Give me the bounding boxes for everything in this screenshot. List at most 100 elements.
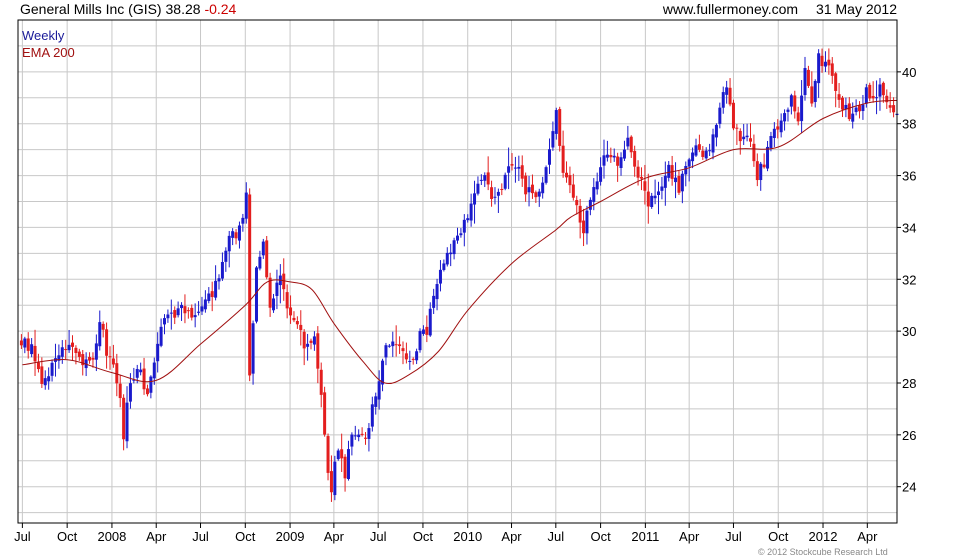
candle-body <box>629 136 633 153</box>
candle-body <box>292 317 296 321</box>
candle-body <box>612 155 616 158</box>
x-tick-label: Jul <box>14 529 31 544</box>
candle-body <box>394 344 398 346</box>
candle-body <box>299 324 303 331</box>
candle-body <box>636 166 640 178</box>
candle-body <box>766 146 770 169</box>
candle-body <box>64 349 68 351</box>
candle-body <box>749 138 752 142</box>
candle-body <box>71 342 75 347</box>
candle-body <box>473 193 477 205</box>
candle-body <box>282 273 286 290</box>
candle-body <box>224 250 228 262</box>
candle-body <box>854 107 858 113</box>
candle-body <box>108 356 112 358</box>
candle-body <box>442 263 446 270</box>
candle-body <box>353 435 357 437</box>
candle-body <box>364 437 368 439</box>
candle-body <box>490 187 494 199</box>
candle-body <box>762 164 766 168</box>
chart-grid <box>18 20 897 523</box>
candle-body <box>449 252 453 255</box>
candles <box>19 48 899 502</box>
candle-body <box>622 149 626 159</box>
candle-body <box>94 343 98 360</box>
candle-body <box>738 130 742 142</box>
candle-body <box>149 376 153 393</box>
candle-body <box>837 94 841 100</box>
y-tick-label: 38 <box>902 117 916 132</box>
candle-body <box>23 338 27 348</box>
candle-body <box>438 269 442 284</box>
y-tick-label: 28 <box>902 376 916 391</box>
candle-body <box>537 191 541 197</box>
candle-body <box>817 53 821 84</box>
x-tick-label: Oct <box>768 529 789 544</box>
candle-body <box>19 340 23 346</box>
candle-body <box>190 307 194 318</box>
candle-body <box>691 152 695 162</box>
candle-body <box>398 344 402 347</box>
candle-body <box>145 388 149 395</box>
candle-body <box>326 436 330 473</box>
candle-body <box>346 449 350 480</box>
x-tick-label: 2010 <box>453 529 482 544</box>
candle-body <box>316 333 320 369</box>
candle-body <box>534 192 538 198</box>
candle-body <box>306 343 310 347</box>
candle-body <box>861 104 865 112</box>
candle-body <box>295 321 299 325</box>
candle-body <box>823 61 827 67</box>
candle-body <box>217 278 221 282</box>
candle-body <box>646 191 650 207</box>
candle-body <box>530 184 534 194</box>
candle-body <box>684 166 688 175</box>
candle-body <box>98 322 102 347</box>
candle-body <box>265 240 269 278</box>
candle-body <box>892 105 896 113</box>
price-chart: 24 26 28 30 32 34 36 38 40 Jul Oct 2008 Apr Jul Oct 20… <box>14 19 916 557</box>
x-tick-label: Apr <box>324 529 345 544</box>
candle-body <box>459 233 463 236</box>
y-axis: 24 26 28 30 32 34 36 38 40 <box>897 65 916 495</box>
candle-body <box>186 310 190 312</box>
candle-body <box>527 187 531 193</box>
candle-body <box>248 194 252 376</box>
candle-body <box>840 97 844 110</box>
candle-body <box>517 166 521 169</box>
candle-body <box>203 299 207 310</box>
candle-body <box>377 381 381 400</box>
candle-body <box>40 366 44 384</box>
candle-body <box>503 174 507 189</box>
candle-body <box>789 95 793 107</box>
candle-body <box>275 282 279 296</box>
candle-body <box>118 383 122 399</box>
candle-body <box>776 126 780 130</box>
x-tick-label: Jul <box>725 529 742 544</box>
candle-body <box>759 163 763 181</box>
candle-body <box>793 95 797 112</box>
candle-body <box>428 308 432 336</box>
candle-body <box>619 157 623 169</box>
copyright-note: © 2012 Stockcube Research Ltd <box>758 547 888 557</box>
candle-body <box>541 182 545 194</box>
candle-body <box>650 195 654 207</box>
x-tick-label: Oct <box>235 529 256 544</box>
candle-body <box>357 434 361 438</box>
x-tick-label: Apr <box>501 529 522 544</box>
candle-body <box>227 235 231 252</box>
candle-body <box>718 107 722 124</box>
candle-body <box>694 145 698 156</box>
candle-body <box>578 205 582 223</box>
candle-body <box>200 306 204 312</box>
x-tick-label: Jul <box>370 529 387 544</box>
candle-body <box>888 105 892 108</box>
candle-body <box>329 471 333 493</box>
candle-body <box>272 298 276 311</box>
candle-body <box>711 134 715 153</box>
candle-body <box>813 80 817 102</box>
candle-body <box>602 155 606 166</box>
candle-body <box>60 347 64 357</box>
candle-body <box>370 404 374 427</box>
candle-body <box>142 368 146 390</box>
